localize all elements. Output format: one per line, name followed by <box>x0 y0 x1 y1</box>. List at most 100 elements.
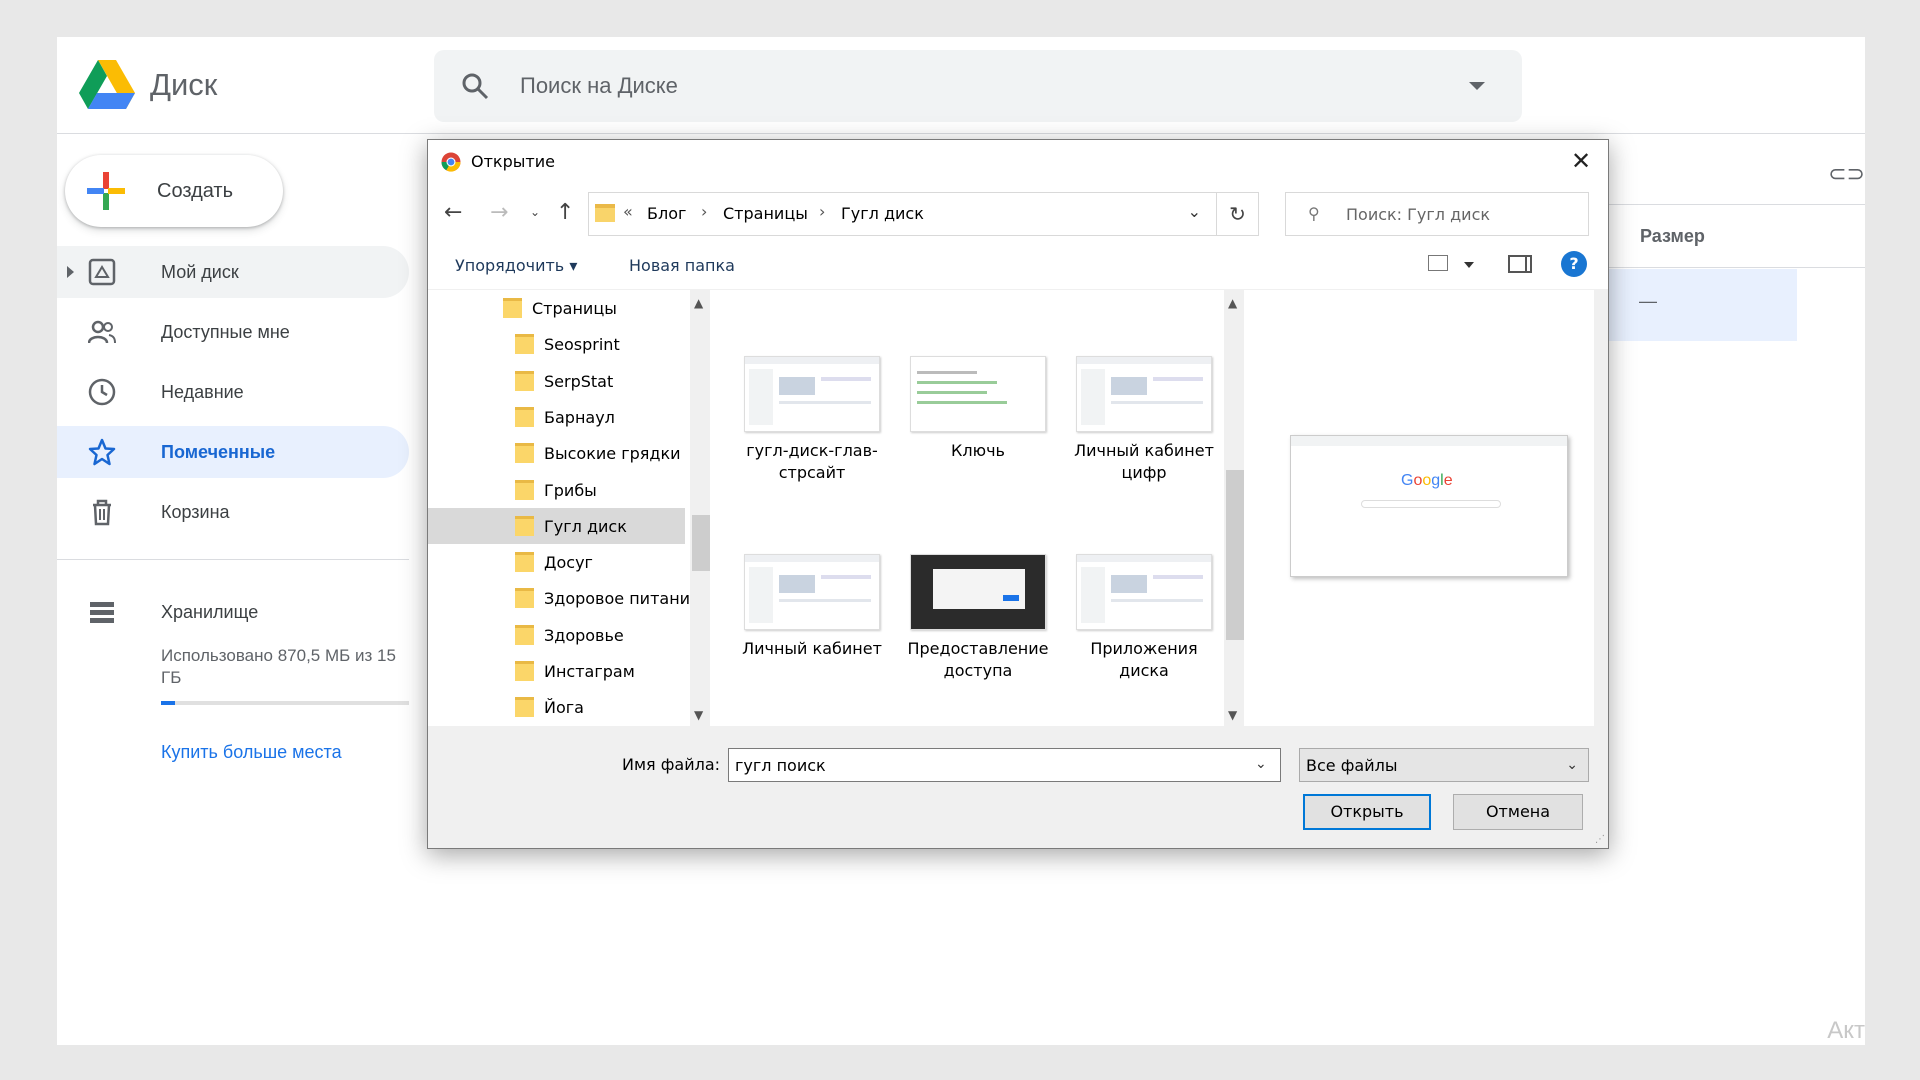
logo-letter: e <box>1443 472 1453 489</box>
nav-label: Корзина <box>161 502 230 522</box>
folder-icon <box>515 479 534 500</box>
drive-search-bar[interactable]: Поиск на Диске <box>434 50 1522 122</box>
view-options-icon[interactable] <box>1464 262 1474 268</box>
breadcrumb-item[interactable]: Блог <box>647 204 686 223</box>
thumb-block <box>1111 401 1203 404</box>
view-mode-icon[interactable] <box>1428 255 1448 271</box>
link-icon[interactable]: ⊂⊃ <box>1828 161 1865 187</box>
breadcrumb-item[interactable]: Страницы <box>723 204 808 223</box>
tree-item[interactable]: Здоровье <box>428 617 685 653</box>
address-row: ← → ⌄ ↑ « Блог › Страницы › Гугл диск ⌄ … <box>428 182 1608 240</box>
tree-item[interactable]: Барнаул <box>428 399 685 435</box>
tree-item[interactable]: Инстаграм <box>428 653 685 689</box>
resize-grip-icon[interactable]: ⋰ <box>1595 834 1605 845</box>
file-name: Личный кабинет цифр <box>1074 441 1214 482</box>
nav-starred[interactable]: Помеченные <box>57 426 409 478</box>
folder-tree[interactable]: Страницы Seosprint SerpStat Барнаул Высокие … <box>428 290 690 726</box>
folder-icon <box>515 370 534 391</box>
file-thumbnail <box>1076 554 1212 630</box>
tree-item[interactable]: Высокие грядки <box>428 435 685 471</box>
filetype-select[interactable]: Все файлы ⌄ <box>1299 748 1589 782</box>
help-icon[interactable]: ? <box>1561 251 1587 277</box>
file-grid-scrollbar[interactable]: ▲ ▼ <box>1224 290 1244 726</box>
filename-history-chevron-icon[interactable]: ⌄ <box>1255 756 1267 772</box>
search-icon[interactable] <box>460 71 490 101</box>
close-button[interactable]: ✕ <box>1564 144 1598 178</box>
thumb-block <box>1081 369 1105 425</box>
preview-pane-icon[interactable] <box>1508 255 1532 273</box>
breadcrumb-separator[interactable]: › <box>701 202 707 221</box>
tree-item-label: Барнаул <box>544 407 615 427</box>
new-folder-button[interactable]: Новая папка <box>629 256 735 275</box>
tree-item-label: Йога <box>544 698 584 718</box>
organize-menu[interactable]: Упорядочить ▾ <box>455 256 577 275</box>
file-item[interactable]: Предоставление доступа <box>898 554 1058 682</box>
chevron-down-icon[interactable]: ⌄ <box>1188 202 1201 221</box>
scroll-up-icon[interactable]: ▲ <box>694 296 703 310</box>
activation-watermark: Акт <box>1827 1017 1865 1044</box>
drive-icon <box>88 258 116 286</box>
nav-storage[interactable]: Хранилище <box>57 586 409 638</box>
file-name: Ключь <box>951 441 1005 460</box>
up-arrow-icon[interactable]: ↑ <box>556 200 574 225</box>
file-item[interactable]: гугл-диск-глав-стрсайт <box>732 356 892 484</box>
file-item[interactable]: Личный кабинет <box>732 554 892 660</box>
back-arrow-icon[interactable]: ← <box>444 200 462 225</box>
scroll-thumb[interactable] <box>1226 470 1244 640</box>
file-name: Предоставление доступа <box>907 639 1049 680</box>
preview-image: Google <box>1290 435 1568 577</box>
dialog-search-input[interactable]: ⚲ Поиск: Гугл диск <box>1285 192 1589 236</box>
cancel-button[interactable]: Отмена <box>1453 794 1583 830</box>
column-header-size[interactable]: Размер <box>1640 226 1705 247</box>
scroll-up-icon[interactable]: ▲ <box>1228 296 1237 310</box>
dialog-title-bar: Открытие ✕ <box>428 140 1608 182</box>
breadcrumb-separator[interactable]: › <box>819 202 825 221</box>
open-button[interactable]: Открыть <box>1303 794 1431 830</box>
tree-item[interactable]: Страницы <box>428 290 685 326</box>
recent-locations-icon[interactable]: ⌄ <box>530 205 540 219</box>
file-thumbnail <box>910 554 1046 630</box>
file-item[interactable]: Личный кабинет цифр <box>1064 356 1224 484</box>
filename-input[interactable]: гугл поиск <box>728 748 1281 782</box>
folder-icon <box>515 624 534 645</box>
tree-item[interactable]: Йога <box>428 689 685 725</box>
create-button[interactable]: Создать <box>65 155 283 227</box>
scroll-down-icon[interactable]: ▼ <box>1228 708 1237 722</box>
nav-trash[interactable]: Корзина <box>57 486 409 538</box>
scroll-down-icon[interactable]: ▼ <box>694 708 703 722</box>
breadcrumb-overflow[interactable]: « <box>623 202 633 221</box>
nav-recent[interactable]: Недавние <box>57 366 409 418</box>
chevron-down-icon[interactable]: ⌄ <box>1566 757 1578 773</box>
nav-shared-with-me[interactable]: Доступные мне <box>57 306 409 358</box>
nav-label: Помеченные <box>161 442 276 462</box>
tree-item[interactable]: Seosprint <box>428 326 685 362</box>
expand-arrow-icon[interactable] <box>67 266 74 278</box>
file-item[interactable]: Ключь <box>898 356 1058 462</box>
tree-item[interactable]: Грибы <box>428 472 685 508</box>
thumb-block <box>1081 567 1105 623</box>
nav-label: Хранилище <box>161 602 259 622</box>
folder-tree-scrollbar[interactable]: ▲ ▼ <box>690 290 710 726</box>
tree-item[interactable]: Гугл диск <box>428 507 685 544</box>
buy-storage-link[interactable]: Купить больше места <box>161 742 342 763</box>
preview-search-box <box>1361 500 1501 508</box>
dialog-title: Открытие <box>471 152 555 171</box>
file-item[interactable]: Приложения диска <box>1064 554 1224 682</box>
thumb-block <box>1077 357 1211 364</box>
address-bar[interactable]: « Блог › Страницы › Гугл диск ⌄ <box>588 192 1217 236</box>
nav-my-drive[interactable]: Мой диск <box>57 246 409 298</box>
forward-arrow-icon[interactable]: → <box>490 200 508 225</box>
thumb-block <box>821 377 871 381</box>
tree-item[interactable]: Здоровое питани <box>428 580 690 616</box>
tree-item[interactable]: Досуг <box>428 544 685 580</box>
drive-logo-icon[interactable] <box>79 60 135 110</box>
thumb-block <box>1153 377 1203 381</box>
sidebar-divider <box>57 559 409 560</box>
tree-item[interactable]: SerpStat <box>428 363 685 399</box>
scroll-thumb[interactable] <box>692 515 710 571</box>
refresh-button[interactable]: ↻ <box>1217 192 1259 236</box>
search-options-icon[interactable] <box>1469 82 1485 90</box>
tree-item-label: Гугл диск <box>544 516 627 536</box>
breadcrumb-item[interactable]: Гугл диск <box>841 204 924 223</box>
file-row[interactable]: — <box>1597 269 1797 341</box>
